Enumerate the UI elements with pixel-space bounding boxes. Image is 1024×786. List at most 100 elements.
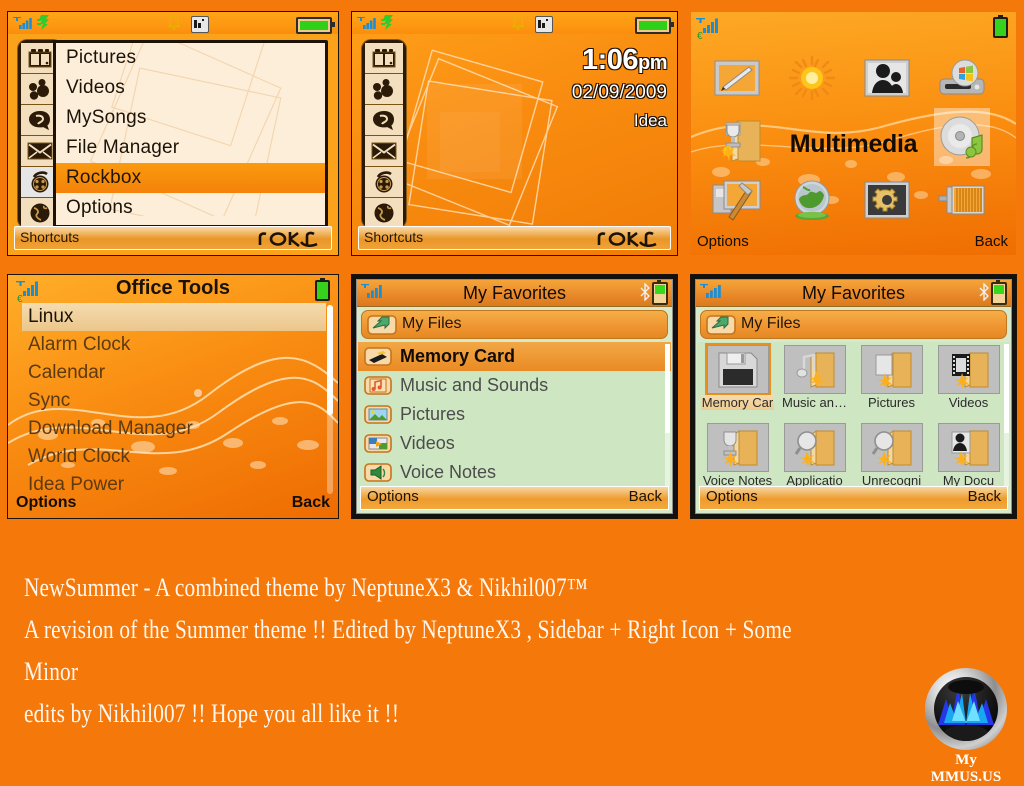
operator-name: Idea: [633, 111, 667, 130]
grid-cell[interactable]: Applicatio: [778, 423, 851, 488]
grid-cell[interactable]: Unrecogni: [855, 423, 928, 488]
scrollbar[interactable]: [327, 305, 333, 494]
path-bar[interactable]: My Files: [361, 310, 668, 339]
menu-item[interactable]: MySongs: [56, 103, 325, 133]
grid-cell-label: Videos: [948, 395, 989, 410]
my-files-folder-icon: [367, 315, 397, 335]
signal-bars-icon: [13, 17, 32, 29]
grid-cell[interactable]: Videos: [932, 345, 1005, 410]
list-item[interactable]: World Clock: [22, 443, 326, 471]
title-bar: My Favorites: [696, 280, 1011, 307]
softkey-left[interactable]: Options: [706, 488, 758, 505]
clock-time: 1:06pm: [572, 44, 668, 77]
list-item[interactable]: Sync: [22, 387, 326, 415]
sidebar-item-internet[interactable]: [365, 198, 403, 228]
multimedia-cell-settings[interactable]: [859, 174, 915, 226]
multimedia-cell-tools[interactable]: [709, 174, 765, 226]
thumb: [937, 345, 1000, 394]
softkey-left[interactable]: Options: [16, 494, 76, 512]
battery-icon: [635, 17, 674, 34]
panel-favorites-grid: My Favorites My Files Memory Car Music a…: [691, 275, 1016, 518]
sidebar-item-messages[interactable]: [365, 105, 403, 136]
videos-icon: [364, 434, 392, 453]
list-item-selected[interactable]: Memory Card: [358, 342, 671, 371]
battery-icon: [993, 15, 1008, 38]
status-bar: [352, 12, 677, 34]
list-item-label: Memory Card: [400, 346, 516, 366]
softkey-left[interactable]: Options: [697, 233, 749, 250]
list-item[interactable]: Idea Power: [22, 471, 326, 496]
grid-cell[interactable]: Voice Notes: [701, 423, 774, 488]
softkey-left[interactable]: Shortcuts: [364, 229, 423, 245]
multimedia-cell-blinds[interactable]: [934, 174, 990, 226]
thumb: [783, 423, 846, 472]
path-label: My Files: [402, 315, 462, 332]
softkey-left[interactable]: Shortcuts: [20, 229, 79, 245]
list-item[interactable]: Pictures: [358, 400, 671, 429]
message-bubble-icon: [29, 110, 50, 130]
menu-item[interactable]: Videos: [56, 73, 325, 103]
pictures-icon: [364, 405, 392, 424]
softkey-right[interactable]: Back: [975, 233, 1008, 250]
sidebar-item-windows-apps[interactable]: [365, 43, 403, 74]
trophy-folder-icon: [721, 429, 757, 467]
scrollbar[interactable]: [665, 344, 670, 487]
rokr-logo: [597, 231, 657, 248]
logo-text: My MMUS.US: [930, 752, 1002, 785]
favorites-list: Memory Card Music and Sounds Pictures Vi…: [358, 342, 671, 489]
multimedia-cell-globe[interactable]: [784, 174, 840, 226]
softkey-right[interactable]: Back: [292, 494, 330, 512]
panel-title: Multimedia: [789, 130, 918, 158]
multimedia-cell-notes[interactable]: [709, 52, 765, 104]
unrecognised-folder-icon: [871, 429, 911, 467]
message-bubble-icon: [373, 110, 394, 130]
sidebar-item-contacts[interactable]: [365, 74, 403, 105]
menu-item-selected[interactable]: Rockbox: [56, 163, 325, 193]
list-item[interactable]: Videos: [358, 429, 671, 458]
windows-media-drive-icon: [939, 59, 985, 95]
menu-item[interactable]: File Manager: [56, 133, 325, 163]
list-item-label: Music and Sounds: [400, 375, 549, 395]
softkey-left[interactable]: Options: [367, 488, 419, 505]
thumb: [706, 345, 769, 394]
list-item-selected[interactable]: Linux: [22, 303, 326, 331]
softkey-right[interactable]: Back: [629, 488, 662, 505]
sidebar-item-mail[interactable]: [365, 136, 403, 167]
list-item[interactable]: Music and Sounds: [358, 371, 671, 400]
tools-monitor-icon: [712, 180, 761, 221]
grid-cell[interactable]: Music an…: [778, 345, 851, 410]
contacts-photo-icon: [864, 59, 910, 97]
list-item-label: Videos: [400, 433, 455, 453]
grid-cell-label: Pictures: [868, 395, 915, 410]
profile-indicator-icon: [535, 16, 553, 33]
signal-bars-icon: [357, 17, 376, 29]
path-bar[interactable]: My Files: [700, 310, 1007, 339]
floppy-memory-card-icon: [718, 352, 757, 387]
grid-cell[interactable]: My Docu: [932, 423, 1005, 488]
pictures-folder-icon: [875, 351, 911, 389]
clock-ampm: pm: [638, 52, 668, 74]
multimedia-cell-weather[interactable]: [784, 52, 840, 104]
grid-cell-selected[interactable]: Memory Car: [701, 345, 774, 410]
softkey-right[interactable]: Back: [968, 488, 1001, 505]
menu-list: Pictures Videos MySongs File Manager Roc…: [53, 40, 328, 228]
panel-shortcuts-menu: Pictures Videos MySongs File Manager Roc…: [8, 12, 338, 255]
list-item[interactable]: Calendar: [22, 359, 326, 387]
sidebar-item-media[interactable]: [365, 167, 403, 198]
clock-hours-minutes: 1:06: [581, 44, 639, 76]
grid-cell[interactable]: Pictures: [855, 345, 928, 410]
multimedia-cell-contacts[interactable]: [859, 52, 915, 104]
scrollbar[interactable]: [1004, 344, 1009, 487]
menu-item[interactable]: Options: [56, 193, 325, 223]
title-bar: My Favorites: [357, 280, 672, 307]
music-note-icon: [364, 376, 392, 395]
list-item[interactable]: Alarm Clock: [22, 331, 326, 359]
menu-item[interactable]: Pictures: [56, 43, 325, 73]
list-item[interactable]: Voice Notes: [358, 458, 671, 487]
list-item-label: Pictures: [400, 404, 466, 424]
softkey-bar: Shortcuts: [358, 226, 671, 250]
multimedia-cell-windows-drive[interactable]: [934, 52, 990, 104]
list-item[interactable]: Download Manager: [22, 415, 326, 443]
globe-internet-icon: [30, 203, 50, 223]
office-tools-list: Linux Alarm Clock Calendar Sync Download…: [22, 303, 326, 496]
